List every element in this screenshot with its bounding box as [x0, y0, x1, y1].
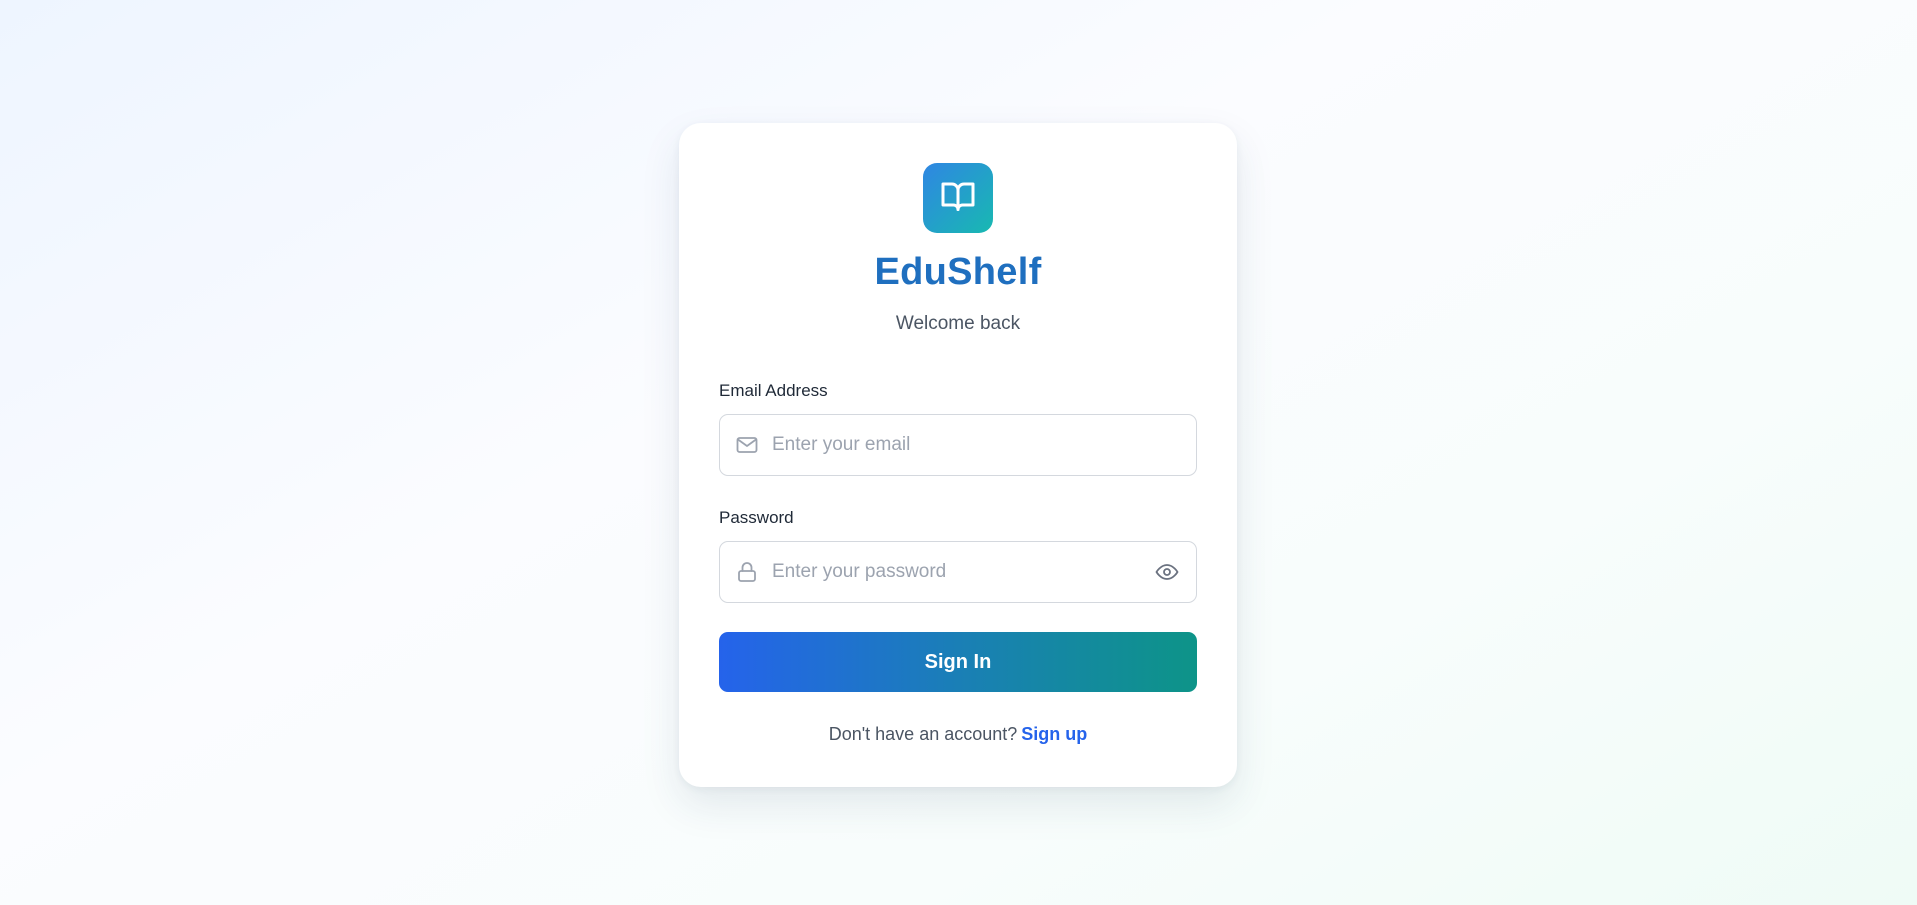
logo: [923, 163, 993, 233]
sign-in-button[interactable]: Sign In: [719, 632, 1197, 692]
password-field[interactable]: [719, 541, 1197, 603]
lock-icon: [734, 559, 760, 585]
login-card: EduShelf Welcome back Email Address Pass…: [679, 123, 1237, 787]
password-input[interactable]: [772, 542, 1152, 602]
book-open-icon: [940, 178, 976, 219]
welcome-subtitle: Welcome back: [895, 313, 1021, 334]
password-label: Password: [719, 508, 794, 527]
brand-title: EduShelf: [874, 251, 1042, 293]
mail-icon: [734, 432, 760, 458]
signup-prompt: Don't have an account? Sign up: [679, 724, 1237, 745]
eye-icon[interactable]: [1152, 557, 1182, 587]
sign-up-link[interactable]: Sign up: [1021, 724, 1087, 744]
email-input[interactable]: [772, 415, 1182, 475]
email-field[interactable]: [719, 414, 1197, 476]
email-label: Email Address: [719, 381, 828, 400]
signup-prompt-text: Don't have an account?: [828, 724, 1018, 744]
